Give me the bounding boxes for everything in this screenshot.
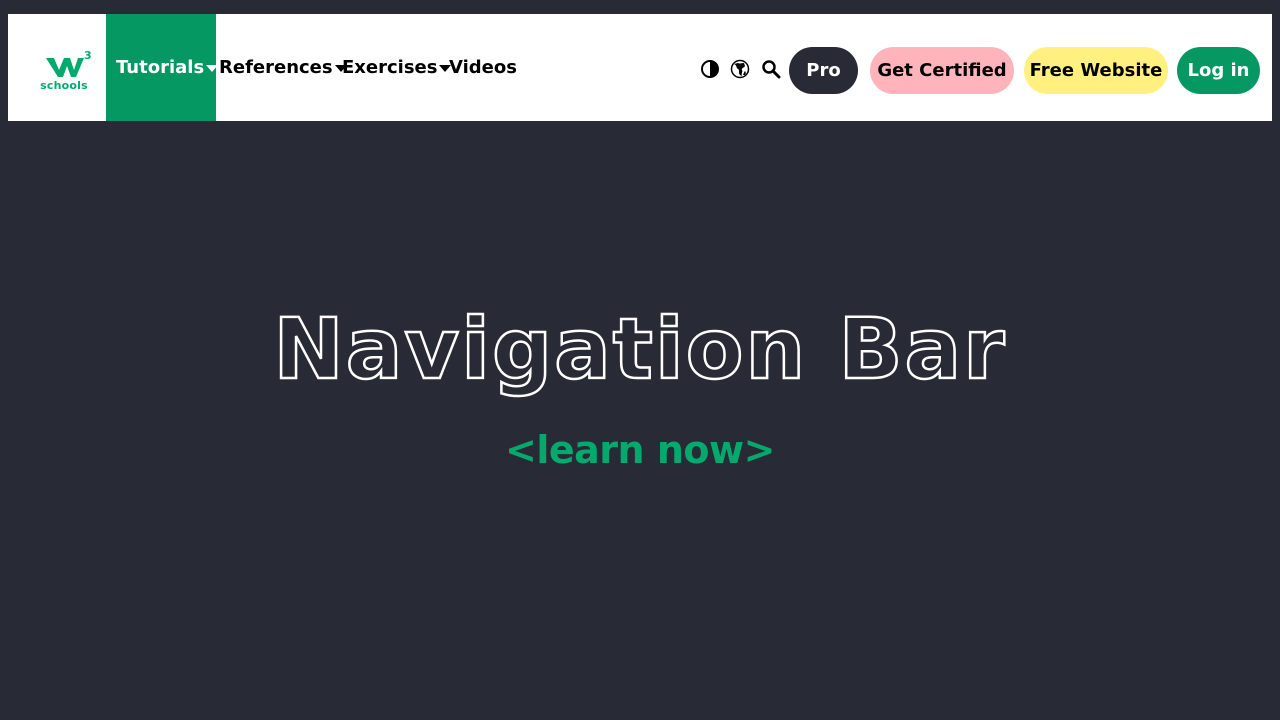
tutorials-label: Tutorials [116,57,205,78]
exercises-label: Exercises [342,57,438,78]
videos-label: Videos [449,57,517,78]
svg-text:3: 3 [84,50,92,62]
globe-icon[interactable] [729,58,751,80]
hero-title: Navigation Bar [272,299,1007,400]
contrast-icon[interactable] [699,58,721,80]
pro-button[interactable]: Pro [789,47,858,94]
logo-text: schools [40,79,88,92]
w3schools-logo[interactable]: 3 schools [40,50,92,92]
learn-now-link[interactable]: <learn now> [0,428,1280,472]
tutorials-menu[interactable]: Tutorials [106,14,219,121]
videos-link[interactable]: Videos [449,14,517,121]
get-certified-button[interactable]: Get Certified [870,47,1014,94]
chevron-down-icon [206,65,219,72]
references-label: References [219,57,333,78]
exercises-menu[interactable]: Exercises [342,14,452,121]
login-button[interactable]: Log in [1177,47,1260,94]
w3schools-logo-icon: 3 [46,50,92,77]
top-navigation-bar: 3 schools Tutorials References Exercises… [8,14,1272,121]
references-menu[interactable]: References [219,14,347,121]
free-website-button[interactable]: Free Website [1024,47,1168,94]
search-icon[interactable] [760,58,782,80]
